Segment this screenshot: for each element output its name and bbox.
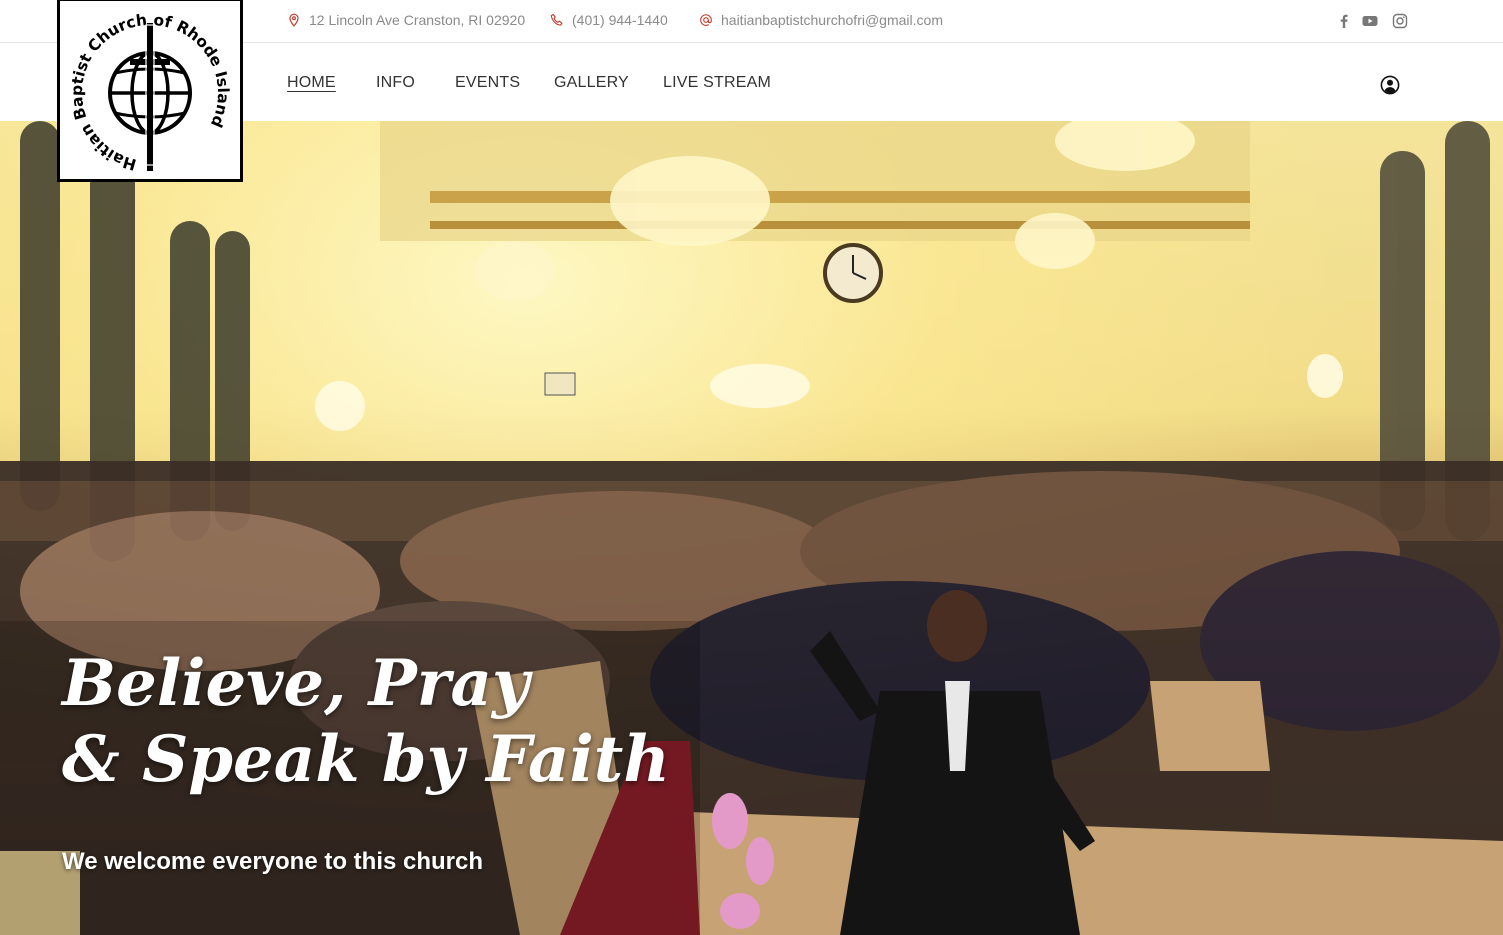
hero-banner: Believe, Pray & Speak by Faith We welcom… (0, 121, 1503, 935)
email-text: haitianbaptistchurchofri@gmail.com (721, 12, 943, 28)
youtube-icon[interactable] (1362, 13, 1378, 29)
email-info[interactable]: haitianbaptistchurchofri@gmail.com (699, 12, 943, 28)
facebook-icon[interactable] (1336, 13, 1352, 29)
globe-cross-emblem (108, 23, 192, 171)
hero-headline: Believe, Pray & Speak by Faith (62, 646, 670, 798)
hero-headline-line2: & Speak by Faith (62, 722, 670, 797)
map-pin-icon (287, 13, 301, 27)
phone-text: (401) 944-1440 (572, 12, 668, 28)
hero-headline-line1: Believe, Pray (62, 646, 530, 721)
user-account-icon[interactable] (1380, 75, 1400, 95)
nav-events[interactable]: EVENTS (455, 74, 520, 92)
nav-live-stream[interactable]: LIVE STREAM (663, 74, 771, 92)
address-text: 12 Lincoln Ave Cranston, RI 02920 (309, 12, 526, 28)
church-interior-photo (0, 121, 1503, 935)
nav-home[interactable]: HOME (287, 74, 336, 92)
phone-info[interactable]: (401) 944-1440 (550, 12, 668, 28)
phone-icon (550, 13, 564, 27)
address-info[interactable]: 12 Lincoln Ave Cranston, RI 02920 (287, 12, 525, 28)
nav-info[interactable]: INFO (376, 74, 415, 92)
at-sign-icon (699, 13, 713, 27)
nav-gallery[interactable]: GALLERY (554, 74, 629, 92)
church-logo[interactable]: Haitian Baptist Church of Rhode Island (57, 0, 243, 182)
hero-subtitle: We welcome everyone to this church (62, 848, 484, 875)
instagram-icon[interactable] (1392, 13, 1408, 29)
